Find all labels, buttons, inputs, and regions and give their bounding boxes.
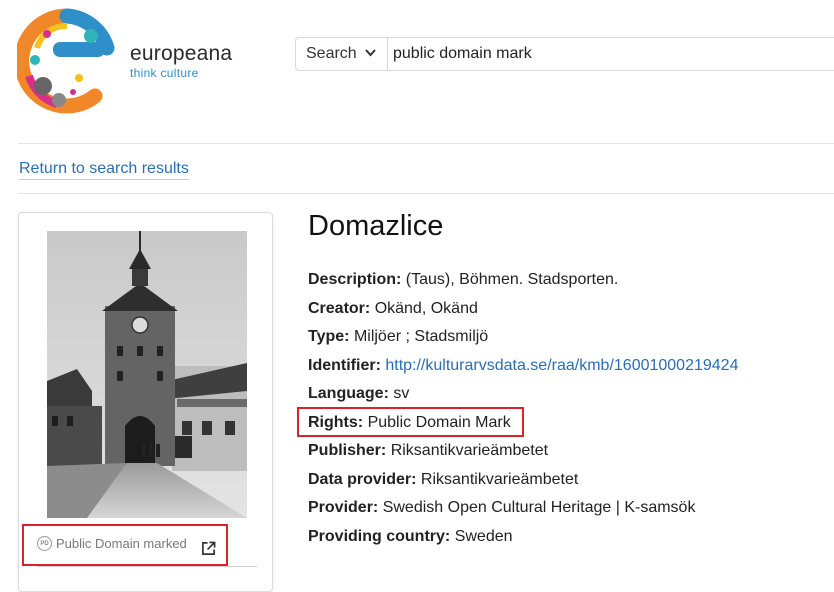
europeana-logo[interactable]: europeana think culture <box>14 8 232 114</box>
item-photo[interactable] <box>47 231 247 518</box>
metadata-row-creator: Creator: Okänd, Okänd <box>308 297 828 326</box>
item-title: Domazlice <box>308 210 444 242</box>
logo-wordmark: europeana <box>130 42 233 65</box>
europeana-logo-mark <box>14 8 115 114</box>
metadata-label: Publisher: <box>308 442 387 459</box>
divider <box>18 143 834 144</box>
metadata-label: Provider: <box>308 499 379 516</box>
identifier-link[interactable]: http://kulturarvsdata.se/raa/kmb/1600100… <box>385 357 738 374</box>
search-input[interactable] <box>393 38 833 70</box>
metadata-row-providing-country: Providing country: Sweden <box>308 525 828 554</box>
logo-tagline: think culture <box>130 66 199 80</box>
search-bar: Search <box>295 37 834 71</box>
metadata-label: Providing country: <box>308 527 451 545</box>
chevron-down-icon <box>364 48 376 60</box>
metadata-row-description: Description: (Taus), Böhmen. Stadsporten… <box>308 268 828 297</box>
rights-statement[interactable]: PD Public Domain marked <box>37 536 187 551</box>
search-type-label: Search <box>306 45 357 62</box>
metadata-value: Riksantikvarieämbetet <box>420 470 579 488</box>
metadata-value: Swedish Open Cultural Heritage | K-samsö… <box>382 499 696 516</box>
metadata-label: Language: <box>308 385 389 402</box>
metadata-value: Miljöer ; Stadsmiljö <box>353 328 489 345</box>
public-domain-icon: PD <box>37 536 52 551</box>
metadata-value: Riksantikvarieämbetet <box>390 442 549 459</box>
metadata-value: Okänd, Okänd <box>374 299 478 317</box>
search-type-dropdown[interactable]: Search <box>296 38 388 70</box>
metadata-row-publisher: Publisher: Riksantikvarieämbetet <box>308 439 828 468</box>
metadata-label: Data provider: <box>308 470 417 488</box>
rights-statement-label: Public Domain marked <box>56 536 187 551</box>
divider <box>18 193 834 194</box>
metadata-row-identifier: Identifier: http://kulturarvsdata.se/raa… <box>308 354 828 383</box>
metadata-row-data-provider: Data provider: Riksantikvarieämbetet <box>308 468 828 497</box>
metadata-value: Sweden <box>454 527 513 545</box>
metadata-value: (Taus), Böhmen. Stadsporten. <box>405 271 619 288</box>
metadata-row-provider: Provider: Swedish Open Cultural Heritage… <box>308 496 828 525</box>
metadata-value: sv <box>393 385 410 402</box>
return-to-search-results-link[interactable]: Return to search results <box>19 160 189 180</box>
external-link-icon[interactable] <box>201 541 216 556</box>
metadata-row-type: Type: Miljöer ; Stadsmiljö <box>308 325 828 354</box>
rights-highlight-box <box>297 407 524 437</box>
metadata-label: Type: <box>308 328 350 345</box>
metadata-label: Creator: <box>308 299 371 317</box>
metadata-label: Identifier: <box>308 356 381 374</box>
divider <box>37 566 257 567</box>
metadata-label: Description: <box>308 271 402 288</box>
